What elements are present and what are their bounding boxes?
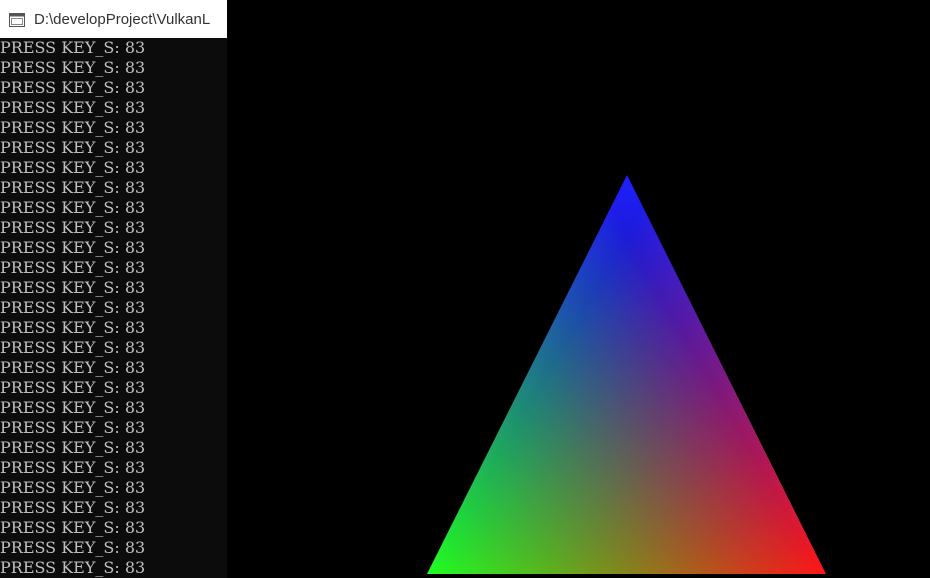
rgb-triangle: [427, 175, 826, 574]
console-title: D:\developProject\VulkanL: [34, 10, 211, 28]
console-line: PRESS KEY_S: 83: [0, 78, 146, 97]
console-line: PRESS KEY_S: 83: [0, 458, 146, 477]
console-line: PRESS KEY_S: 83: [0, 158, 146, 177]
console-window-icon: [9, 12, 25, 27]
console-window: D:\developProject\VulkanL PRESS KEY_S: 8…: [0, 0, 227, 578]
console-line: PRESS KEY_S: 83: [0, 518, 146, 537]
console-line: PRESS KEY_S: 83: [0, 238, 146, 257]
render-canvas: [427, 175, 826, 574]
console-output[interactable]: PRESS KEY_S: 83 PRESS KEY_S: 83 PRESS KEY_…: [0, 38, 227, 578]
console-line: PRESS KEY_S: 83: [0, 298, 146, 317]
console-line: PRESS KEY_S: 83: [0, 318, 146, 337]
console-line: PRESS KEY_S: 83: [0, 118, 146, 137]
console-line: PRESS KEY_S: 83: [0, 218, 146, 237]
console-line: PRESS KEY_S: 83: [0, 398, 146, 417]
render-window[interactable]: [227, 0, 930, 578]
console-line: PRESS KEY_S: 83: [0, 138, 146, 157]
console-line: PRESS KEY_S: 83: [0, 438, 146, 457]
console-line: PRESS KEY_S: 83: [0, 38, 146, 57]
console-line: PRESS KEY_S: 83: [0, 558, 146, 577]
console-line: PRESS KEY_S: 83: [0, 98, 146, 117]
console-line: PRESS KEY_S: 83: [0, 538, 146, 557]
console-line: PRESS KEY_S: 83: [0, 338, 146, 357]
console-line: PRESS KEY_S: 83: [0, 58, 146, 77]
console-titlebar[interactable]: D:\developProject\VulkanL: [0, 0, 227, 38]
console-line: PRESS KEY_S: 83: [0, 358, 146, 377]
console-line: PRESS KEY_S: 83: [0, 178, 146, 197]
console-line: PRESS KEY_S: 83: [0, 278, 146, 297]
console-line: PRESS KEY_S: 83: [0, 378, 146, 397]
console-line: PRESS KEY_S: 83: [0, 478, 146, 497]
console-line: PRESS KEY_S: 83: [0, 198, 146, 217]
console-line: PRESS KEY_S: 83: [0, 498, 146, 517]
console-line: PRESS KEY_S: 83: [0, 258, 146, 277]
console-line: PRESS KEY_S: 83: [0, 418, 146, 437]
